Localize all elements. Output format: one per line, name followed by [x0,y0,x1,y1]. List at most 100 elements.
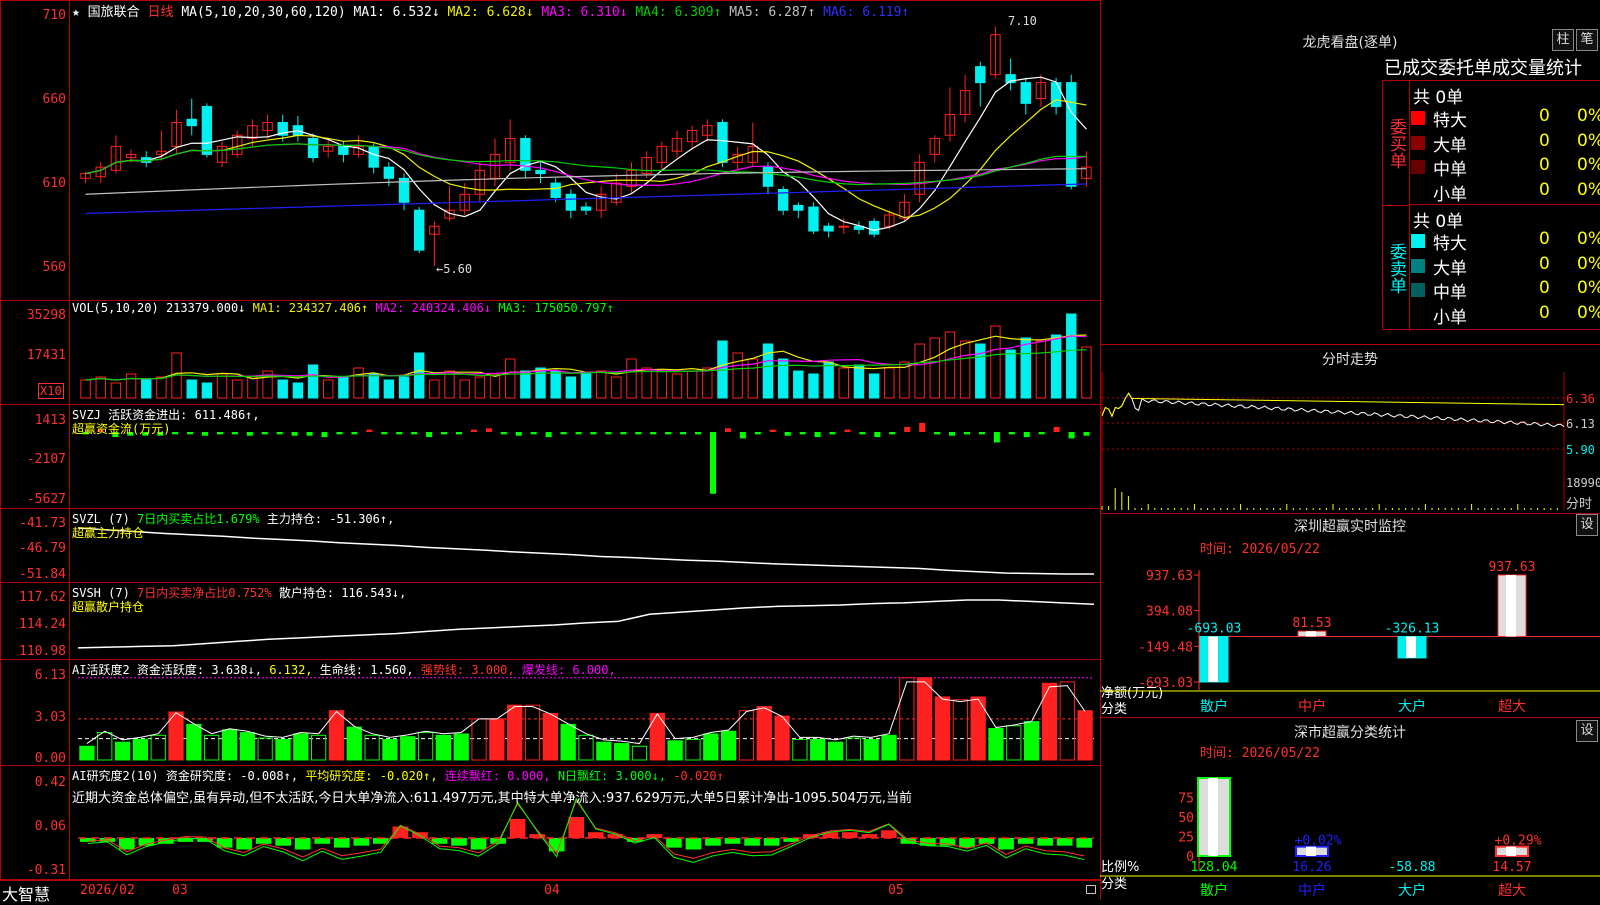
candle-body [975,66,986,84]
date-05: 05 [888,883,904,898]
order-swatch [1411,258,1425,273]
sz-settings-button[interactable]: 设 [1576,514,1598,536]
ai1-bar [132,738,149,761]
sc-stats-title: 深市超赢分类统计 [1294,725,1406,741]
svzj-bar [605,432,612,435]
price-axis-610: 610 [42,176,66,191]
ai1-bar [79,745,95,761]
sc-stats-panel[interactable] [1100,718,1600,900]
svzj-bar [978,432,985,435]
volume-bar [141,379,152,399]
tick-mode-button[interactable]: 笔 [1576,29,1598,51]
volume-bar [550,370,561,399]
vol-unit-button[interactable]: X10 [38,383,64,399]
ai1-v5: 爆发线: 6.000, [521,663,616,677]
main-chart-svg [77,26,1095,863]
volume-bar [1035,340,1047,399]
ai1-bar [257,737,273,761]
buy-total: 共 0单 [1413,88,1464,108]
ai1-bar [596,741,612,761]
ai1-bar [810,738,826,761]
svzj-bar [172,432,179,435]
sz-monitor-title: 深圳超赢实时监控 [1294,519,1406,535]
fenshi-axis-top: 6.36 [1566,392,1595,406]
ai1-bar [382,738,398,761]
svzj-bar [769,429,776,432]
sz-monitor-panel[interactable] [1100,514,1600,718]
ai1-v4: 强势线: 3.000, [420,663,515,677]
svzj-bar [739,432,746,439]
buy-side-label: 委买单 [1383,81,1410,206]
svsh-axis-mid: 114.24 [19,617,66,632]
stock-name: 国旅联合 [87,5,140,20]
svzj-bar [635,432,642,435]
svzj-bar [680,432,687,435]
star-icon[interactable]: ★ [72,5,80,20]
svsh-holding: 散户持仓: 116.543↓, [278,586,407,600]
ai2-v2: 平均研究度: -0.020↑, [305,769,438,783]
order-row-3: 小单 0 0% [1411,302,1600,328]
volume-bar [686,370,698,399]
ai1-bar [560,723,576,761]
price-axis-710: 710 [42,8,66,23]
svzj-bar [396,432,403,435]
ai2-bar [1017,838,1034,844]
ai1-v3: 生命线: 1.560, [319,663,414,677]
svzj-bar [216,432,223,435]
ai2-v3: 连续飘红: 0.000, [444,769,551,783]
vol-value: 213379.000↓ [165,301,246,315]
ai2-v1: 资金研究度: -0.008↑, [165,769,299,783]
order-pct: 0% [1577,179,1600,200]
ma3-line [85,143,1087,186]
volume-bar [353,367,364,399]
fenshi-panel[interactable] [1100,344,1600,514]
low-marker: ←5.60 [436,262,473,276]
svzj-bar [500,432,507,435]
candle-body [808,206,819,232]
main-header: ★ 国旅联合 日线 MA(5,10,20,30,60,120) MA1: 6.5… [72,1,909,20]
price-axis-560: 560 [42,260,66,275]
svzj-bar [575,432,582,435]
ai1-bar [400,736,416,761]
period-label[interactable]: 日线 [148,5,174,20]
volume-bar [656,370,668,399]
candle-body [550,182,561,198]
candle-body [838,225,849,228]
order-count: 0 [1539,302,1550,323]
ma4-value: MA4: 6.309↑ [635,5,722,20]
ai2-bar [138,838,155,846]
ai1-bar [720,730,737,761]
svzj-bar [784,432,791,436]
ai2-green-line [87,797,1085,863]
svzj-bar [993,432,1000,443]
volume-bar [413,352,425,399]
ai1-bar [738,710,755,761]
ai2-bar [568,817,585,838]
brand-label[interactable]: 大智慧 [2,881,50,905]
svzj-bar [261,432,268,435]
ai2-bar [353,838,370,846]
order-row-0: 特大 0 0% [1411,106,1600,131]
ai2-v4: N日飘红: 3.000↓, [557,769,667,783]
order-pct: 0% [1577,155,1600,175]
volume-bar [611,376,622,399]
ai1-bar [97,732,113,761]
svzl-axis-top: -41.73 [19,516,66,531]
order-swatch [1411,234,1425,248]
order-swatch [1411,135,1425,150]
volume-bar [307,364,319,399]
price-axis-660: 660 [42,92,66,107]
svzj-bar [1038,432,1045,435]
ai2-bar [294,838,311,850]
volume-bar [323,379,334,399]
lock-icon[interactable] [1086,885,1096,894]
ai2-bar [470,838,487,850]
volume-bar [156,376,167,399]
ai1-bar [792,738,808,761]
volume-bar [959,340,971,399]
sc-settings-button[interactable]: 设 [1576,720,1598,742]
svzj-bar [710,432,716,494]
svzj-bar [889,432,896,435]
bar-mode-button[interactable]: 柱 [1552,29,1574,51]
svzj-bar [650,432,657,435]
